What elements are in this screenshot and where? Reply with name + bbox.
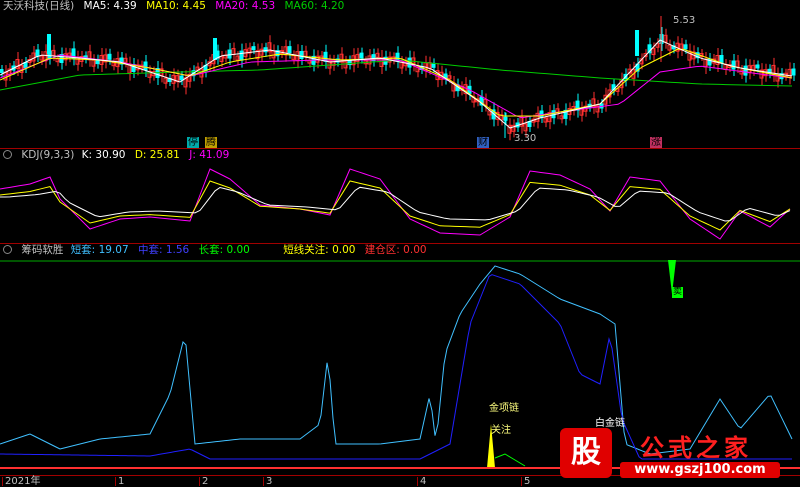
- candle-body: [35, 49, 40, 57]
- chip-build: 建仓区: 0.00: [364, 244, 427, 256]
- kdj-j-value: J: 41.09: [189, 149, 230, 161]
- high-price-label: 5.53: [673, 15, 696, 26]
- price-title: 天沃科技(日线): [3, 0, 75, 12]
- event-tag-cai[interactable]: 财: [477, 137, 489, 148]
- kdj-header: KDJ(9,3,3) K: 30.90 D: 25.81 J: 41.09: [3, 149, 235, 162]
- candle-body: [719, 55, 724, 63]
- date-tick: 2021年: [1, 476, 41, 487]
- candle-body: [743, 65, 748, 76]
- candle-body: [635, 30, 639, 56]
- candle-body: [287, 46, 292, 54]
- kdj-k-line: [0, 180, 791, 231]
- kdj-chart[interactable]: [0, 149, 800, 243]
- date-tick: 4: [416, 476, 427, 487]
- candle-body: [239, 50, 244, 61]
- candle-body: [791, 68, 796, 76]
- price-panel[interactable]: 天沃科技(日线) MA5: 4.39 MA10: 4.45 MA20: 4.53…: [0, 0, 800, 148]
- price-header: 天沃科技(日线) MA5: 4.39 MA10: 4.45 MA20: 4.53…: [3, 0, 350, 13]
- chip-focus: 短线关注: 0.00: [283, 244, 356, 256]
- kdj-panel[interactable]: KDJ(9,3,3) K: 30.90 D: 25.81 J: 41.09: [0, 149, 800, 243]
- kdj-title: KDJ(9,3,3): [21, 149, 75, 161]
- chip-long-line: [494, 453, 526, 467]
- watch-label: 关注: [491, 425, 511, 436]
- indicator-toggle-icon[interactable]: [3, 245, 12, 254]
- date-tick: 2: [198, 476, 209, 487]
- watermark-url: www.gszj100.com: [620, 462, 780, 478]
- candle-body: [213, 38, 217, 60]
- event-tag-ting[interactable]: 停: [187, 137, 199, 148]
- chip-short: 短套: 19.07: [70, 244, 129, 256]
- sell-signal-label: 卖: [672, 287, 684, 298]
- ma60-value: MA60: 4.20: [284, 0, 345, 12]
- chip-mid: 中套: 1.56: [137, 244, 190, 256]
- event-tag-zhang[interactable]: 涨: [650, 137, 662, 148]
- stock-chart-window: 天沃科技(日线) MA5: 4.39 MA10: 4.45 MA20: 4.53…: [0, 0, 800, 487]
- kdj-d-value: D: 25.81: [134, 149, 180, 161]
- date-tick: 1: [114, 476, 125, 487]
- candle-body: [143, 61, 148, 71]
- candle-body: [299, 51, 304, 59]
- low-price-label: 3.30: [514, 133, 537, 144]
- chip-long: 长套: 0.00: [198, 244, 250, 256]
- date-tick: 3: [262, 476, 273, 487]
- candle-body: [755, 64, 760, 69]
- kdj-k-value: K: 30.90: [81, 149, 126, 161]
- site-watermark: 股 公式之家 www.gszj100.com: [560, 428, 792, 480]
- indicator-toggle-icon[interactable]: [3, 150, 12, 159]
- event-tag-teng[interactable]: 腾: [205, 137, 217, 148]
- chip-header: 筹码软胜 短套: 19.07 中套: 1.56 长套: 0.00 短线关注: 0…: [3, 244, 433, 257]
- candle-body: [47, 34, 51, 54]
- ma10-value: MA10: 4.45: [146, 0, 206, 12]
- candle-body: [107, 53, 112, 60]
- ma20-value: MA20: 4.53: [215, 0, 276, 12]
- candle-body: [359, 52, 364, 59]
- date-tick: 5: [520, 476, 531, 487]
- kdj-j-line: [0, 168, 791, 240]
- candle-body: [251, 46, 256, 51]
- candle-body: [179, 75, 184, 81]
- chip-title: 筹码软胜: [21, 244, 64, 256]
- candle-body: [731, 60, 736, 70]
- candle-body: [227, 49, 232, 59]
- watermark-title: 公式之家: [640, 433, 752, 462]
- golden-chain-label: 金项链: [489, 403, 519, 414]
- candle-body: [683, 44, 688, 50]
- candle-body: [431, 62, 436, 68]
- watermark-logo: 股: [560, 428, 612, 478]
- candle-body: [0, 69, 4, 73]
- ma5-value: MA5: 4.39: [83, 0, 137, 12]
